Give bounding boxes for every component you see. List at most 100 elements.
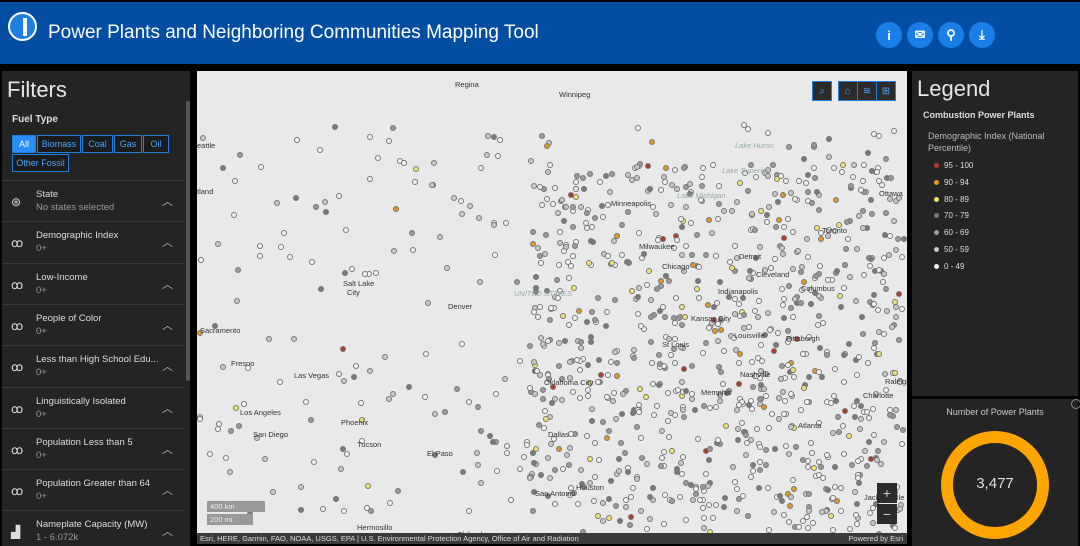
power-plant-marker[interactable] [600,214,607,221]
power-plant-marker[interactable] [703,471,710,478]
zoom-in-button[interactable]: + [877,483,897,503]
power-plant-marker[interactable] [769,411,776,418]
power-plant-marker[interactable] [595,294,601,301]
power-plant-marker[interactable] [840,450,847,457]
power-plant-marker[interactable] [832,365,839,372]
power-plant-marker[interactable] [688,251,695,258]
power-plant-marker[interactable] [808,440,815,447]
power-plant-marker[interactable] [789,477,796,484]
power-plant-marker[interactable] [841,261,848,268]
power-plant-marker[interactable] [560,313,567,320]
power-plant-marker[interactable] [503,449,510,456]
power-plant-marker[interactable] [603,308,610,315]
power-plant-marker[interactable] [848,461,855,468]
power-plant-marker[interactable] [775,217,782,224]
power-plant-marker[interactable] [835,413,842,420]
basemap-button[interactable]: ⊞ [876,81,896,101]
power-plant-marker[interactable] [556,261,563,268]
power-plant-marker[interactable] [740,493,747,500]
power-plant-marker[interactable] [891,217,898,224]
power-plant-marker[interactable] [537,260,544,267]
power-plant-marker[interactable] [652,210,659,217]
filter-item[interactable]: ꝏ Demographic Index 0+ ︿ [2,221,185,262]
power-plant-marker[interactable] [787,190,794,197]
power-plant-marker[interactable] [786,502,793,509]
power-plant-marker[interactable] [712,328,719,335]
power-plant-marker[interactable] [576,307,583,314]
power-plant-marker[interactable] [458,197,465,204]
filter-item[interactable]: ⊛ State No states selected ︿ [2,180,185,221]
fuel-gas-button[interactable]: Gas [114,135,142,153]
power-plant-marker[interactable] [766,327,773,334]
power-plant-marker[interactable] [892,369,899,376]
power-plant-marker[interactable] [312,204,319,211]
power-plant-marker[interactable] [668,409,675,416]
power-plant-marker[interactable] [829,494,836,501]
search-button[interactable]: ⌕ [812,81,832,101]
power-plant-marker[interactable] [860,162,867,169]
power-plant-marker[interactable] [682,313,689,320]
power-plant-marker[interactable] [562,203,569,210]
power-plant-marker[interactable] [815,322,821,329]
power-plant-marker[interactable] [770,348,777,355]
power-plant-marker[interactable] [889,323,896,330]
power-plant-marker[interactable] [831,164,838,171]
power-plant-marker[interactable] [649,485,656,492]
power-plant-marker[interactable] [779,498,786,505]
power-plant-marker[interactable] [545,168,552,175]
power-plant-marker[interactable] [636,386,643,393]
power-plant-marker[interactable] [659,427,666,434]
power-plant-marker[interactable] [892,246,899,253]
power-plant-marker[interactable] [846,525,853,532]
power-plant-marker[interactable] [588,417,595,424]
power-plant-marker[interactable] [597,179,604,186]
power-plant-marker[interactable] [781,398,788,405]
power-plant-marker[interactable] [784,215,791,222]
power-plant-marker[interactable] [681,413,688,420]
power-plant-marker[interactable] [754,314,761,321]
power-plant-marker[interactable] [764,310,771,317]
power-plant-marker[interactable] [351,373,357,380]
power-plant-marker[interactable] [899,440,906,447]
power-plant-marker[interactable] [810,464,817,471]
power-plant-marker[interactable] [698,173,705,180]
power-plant-marker[interactable] [735,402,742,409]
power-plant-marker[interactable] [400,159,407,166]
power-plant-marker[interactable] [682,480,689,487]
power-plant-marker[interactable] [779,362,786,369]
power-plant-marker[interactable] [746,324,753,331]
power-plant-marker[interactable] [678,215,685,222]
power-plant-marker[interactable] [546,316,553,323]
power-plant-marker[interactable] [661,521,668,528]
power-plant-marker[interactable] [539,387,546,394]
power-plant-marker[interactable] [382,353,389,360]
power-plant-marker[interactable] [483,151,490,158]
power-plant-marker[interactable] [532,273,539,280]
power-plant-marker[interactable] [366,176,373,183]
power-plant-marker[interactable] [715,215,722,222]
power-plant-marker[interactable] [341,270,348,277]
power-plant-marker[interactable] [804,398,811,405]
power-plant-marker[interactable] [624,209,631,216]
power-plant-marker[interactable] [870,405,877,412]
power-plant-marker[interactable] [840,351,847,358]
power-plant-marker[interactable] [694,436,701,443]
power-plant-marker[interactable] [804,458,811,465]
power-plant-marker[interactable] [787,493,794,500]
power-plant-marker[interactable] [604,372,611,379]
power-plant-marker[interactable] [616,456,623,463]
power-plant-marker[interactable] [556,446,563,453]
power-plant-marker[interactable] [747,473,754,480]
filter-item[interactable]: ꝏ Population Less than 5 0+ ︿ [2,427,185,469]
power-plant-marker[interactable] [885,251,892,258]
power-plant-marker[interactable] [648,360,655,367]
power-plant-marker[interactable] [569,252,576,259]
power-plant-marker[interactable] [657,463,664,470]
power-plant-marker[interactable] [207,451,214,458]
power-plant-marker[interactable] [584,318,591,325]
power-plant-marker[interactable] [364,483,371,490]
power-plant-marker[interactable] [744,125,751,132]
power-plant-marker[interactable] [797,299,804,306]
power-plant-marker[interactable] [599,500,606,507]
power-plant-marker[interactable] [588,223,595,230]
